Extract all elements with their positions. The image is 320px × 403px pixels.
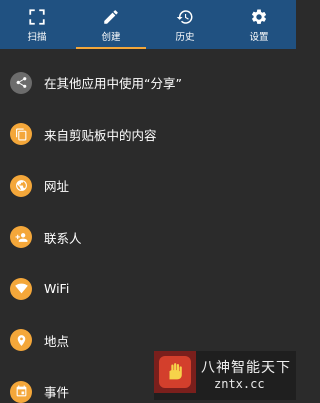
- menu-item-share[interactable]: 在其他应用中使用“分享”: [0, 57, 296, 109]
- tab-history[interactable]: 历史: [148, 0, 222, 49]
- tab-scan[interactable]: 扫描: [0, 0, 74, 49]
- wifi-icon: [10, 277, 32, 300]
- globe-icon: [10, 174, 32, 197]
- tab-scan-label: 扫描: [27, 32, 47, 43]
- menu-item-label: 地点: [44, 333, 70, 349]
- hand-icon: [169, 363, 182, 380]
- tab-create[interactable]: 创建: [74, 0, 148, 49]
- watermark: 八神智能天下 zntx.cc: [154, 351, 296, 400]
- share-icon: [10, 71, 32, 94]
- tab-settings-label: 设置: [249, 32, 269, 43]
- add-contact-icon: [10, 226, 32, 249]
- gear-icon: [251, 9, 267, 24]
- menu-item-label: 在其他应用中使用“分享”: [44, 76, 182, 92]
- menu-item-label: 事件: [44, 385, 70, 401]
- calendar-icon: [10, 380, 32, 403]
- watermark-logo: [154, 351, 196, 393]
- menu-item-clipboard[interactable]: 来自剪贴板中的内容: [0, 109, 296, 161]
- clipboard-icon: [10, 123, 32, 146]
- menu-item-label: 网址: [44, 179, 70, 195]
- menu-item-label: 联系人: [44, 230, 82, 246]
- watermark-title: 八神智能天下: [201, 360, 291, 376]
- menu-item-url[interactable]: 网址: [0, 160, 296, 212]
- tab-create-label: 创建: [101, 32, 121, 43]
- menu-item-contact[interactable]: 联系人: [0, 212, 296, 264]
- menu-item-label: 来自剪贴板中的内容: [44, 127, 157, 143]
- menu-item-wifi[interactable]: WiFi: [0, 263, 296, 315]
- menu-item-label: WiFi: [44, 281, 70, 297]
- tab-settings[interactable]: 设置: [222, 0, 296, 49]
- top-tab-bar: 扫描 创建 历史 设置: [0, 0, 296, 49]
- watermark-subtitle: zntx.cc: [214, 377, 265, 391]
- location-pin-icon: [10, 329, 32, 352]
- tab-history-label: 历史: [175, 32, 195, 43]
- scan-icon: [29, 9, 45, 25]
- pencil-icon: [104, 10, 118, 24]
- history-icon: [176, 10, 193, 24]
